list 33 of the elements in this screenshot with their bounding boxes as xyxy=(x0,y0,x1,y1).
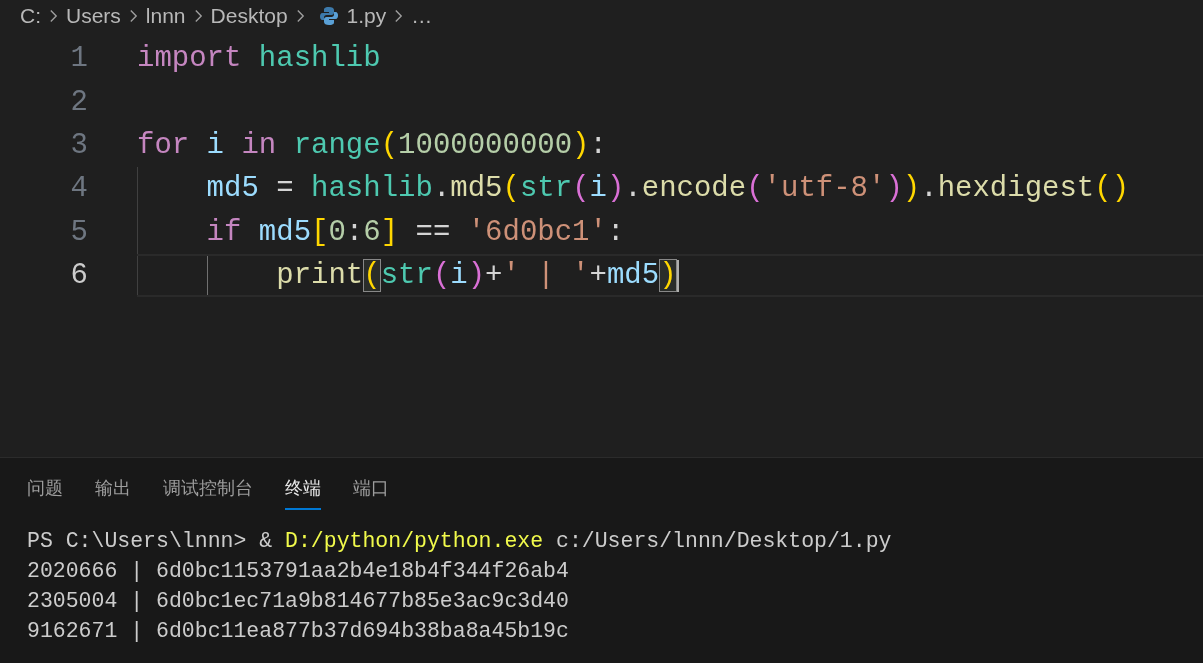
chevron-right-icon xyxy=(49,8,58,24)
line-number: 1 xyxy=(69,42,89,76)
breadcrumb-item[interactable]: C: xyxy=(20,4,41,28)
line-number: 6 xyxy=(69,259,89,293)
text-cursor xyxy=(676,259,679,292)
chevron-right-icon xyxy=(128,8,138,24)
code-line: print(str(i)+' | '+md5) xyxy=(275,259,677,293)
terminal-output-line: 2020666 | 6d0bc1153791aa2b4e18b4f344f26ab4 xyxy=(27,558,570,585)
code-line: for i in range(1000000000): xyxy=(137,128,607,162)
code-line: import hashlib xyxy=(137,42,381,76)
chevron-right-icon xyxy=(394,8,404,24)
code-line: if md5[0:6] == '6d0bc1': xyxy=(205,215,625,249)
terminal-command-line: PS C:\Users\lnnn> & D:/python/python.exe c:/Users/lnnn/Desktop/1.py xyxy=(27,528,893,555)
breadcrumb-item[interactable]: Desktop xyxy=(210,4,288,28)
python-file-icon xyxy=(318,6,339,26)
code-line: md5 = hashlib.md5(str(i).encode('utf-8')).hexdigest() xyxy=(205,172,1130,206)
breadcrumb-item[interactable]: lnnn xyxy=(145,4,186,28)
panel-tab[interactable]: 问题 xyxy=(27,470,63,510)
line-number: 2 xyxy=(69,85,89,119)
panel-tab[interactable]: 端口 xyxy=(353,470,389,510)
line-number: 4 xyxy=(69,172,89,206)
line-number: 5 xyxy=(69,215,89,249)
breadcrumb-item[interactable]: … xyxy=(411,4,433,28)
terminal-output-line: 2305004 | 6d0bc1ec71a9b814677b85e3ac9c3d40 xyxy=(27,588,570,615)
chevron-right-icon xyxy=(295,8,305,24)
panel-tab[interactable]: 输出 xyxy=(95,470,131,510)
breadcrumb-item[interactable]: 1.py xyxy=(346,4,387,28)
chevron-right-icon xyxy=(193,8,203,24)
line-number: 3 xyxy=(69,128,89,162)
panel-tab[interactable]: 终端 xyxy=(285,470,321,510)
terminal-output-line: 9162671 | 6d0bc11ea877b37d694b38ba8a45b19c xyxy=(27,618,570,645)
breadcrumb-item[interactable]: Users xyxy=(66,4,121,28)
panel-tab[interactable]: 调试控制台 xyxy=(163,470,253,510)
